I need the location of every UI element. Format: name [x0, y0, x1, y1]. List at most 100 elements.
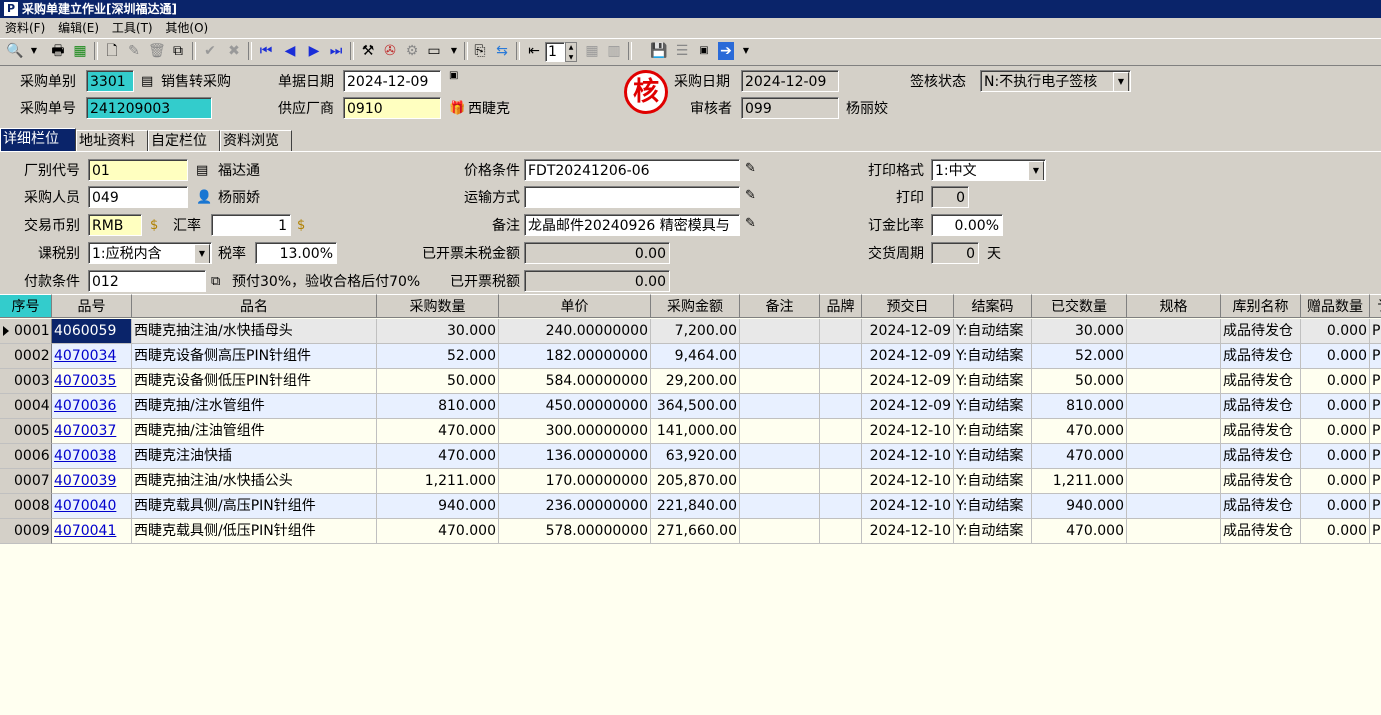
- document-icon[interactable]: ▤: [141, 72, 153, 92]
- window-icon[interactable]: ▭: [426, 42, 442, 60]
- cell-col-gift[interactable]: 0.000: [1301, 369, 1370, 394]
- confirm-icon[interactable]: ✔: [202, 42, 218, 60]
- gift-icon[interactable]: 🎁: [449, 99, 465, 119]
- item-code-link[interactable]: 4070041: [54, 523, 116, 539]
- cell-col-due[interactable]: 2024-12-10: [862, 469, 954, 494]
- new-icon[interactable]: 🗋: [104, 42, 120, 60]
- cell-col-seq[interactable]: 0001: [0, 319, 52, 344]
- table-row[interactable]: 0006 4070038 西睫克注油快插 470.000 136.00000000 63,…: [0, 444, 1381, 469]
- header-col-extra[interactable]: 讠: [1370, 294, 1381, 318]
- header-col-close[interactable]: 结案码: [954, 294, 1032, 318]
- cell-col-extra[interactable]: P: [1370, 319, 1381, 344]
- grid-icon[interactable]: ▦: [584, 42, 600, 60]
- header-col-name[interactable]: 品名: [132, 294, 377, 318]
- dropdown-arrow-icon[interactable]: ▼: [446, 42, 462, 60]
- cell-col-name[interactable]: 西睫克载具侧/低压PIN针组件: [132, 519, 377, 544]
- table-row[interactable]: 0002 4070034 西睫克设备侧高压PIN针组件 52.000 182.00000…: [0, 344, 1381, 369]
- cell-col-gift[interactable]: 0.000: [1301, 419, 1370, 444]
- cell-col-seq[interactable]: 0005: [0, 419, 52, 444]
- save-icon[interactable]: 💾: [650, 42, 667, 60]
- edit-note-icon[interactable]: ✎: [745, 214, 756, 234]
- chevron-down-icon[interactable]: ▼: [194, 244, 210, 263]
- currency-field[interactable]: RMB: [88, 214, 142, 236]
- cell-col-close[interactable]: Y:自动结案: [954, 444, 1032, 469]
- cell-col-delivered[interactable]: 1,211.000: [1032, 469, 1127, 494]
- cell-col-seq[interactable]: 0004: [0, 394, 52, 419]
- cell-col-delivered[interactable]: 30.000: [1032, 319, 1127, 344]
- cell-col-extra[interactable]: P: [1370, 444, 1381, 469]
- print-format-select[interactable]: 1:中文 ▼: [931, 159, 1046, 181]
- cell-col-name[interactable]: 西睫克抽/注水管组件: [132, 394, 377, 419]
- review-icon[interactable]: ✇: [382, 42, 398, 60]
- cell-col-extra[interactable]: P: [1370, 369, 1381, 394]
- cell-col-price[interactable]: 300.00000000: [499, 419, 651, 444]
- cell-col-spec[interactable]: [1127, 494, 1221, 519]
- cell-col-code[interactable]: 4070040: [52, 494, 132, 519]
- cell-col-delivered[interactable]: 50.000: [1032, 369, 1127, 394]
- cell-col-due[interactable]: 2024-12-09: [862, 394, 954, 419]
- item-code-link[interactable]: 4070037: [54, 423, 116, 439]
- cell-col-warehouse[interactable]: 成品待发仓: [1221, 419, 1301, 444]
- header-col-qty[interactable]: 采购数量: [377, 294, 499, 318]
- cell-col-code[interactable]: 4070036: [52, 394, 132, 419]
- cell-col-extra[interactable]: P: [1370, 519, 1381, 544]
- cell-col-gift[interactable]: 0.000: [1301, 519, 1370, 544]
- cell-col-seq[interactable]: 0002: [0, 344, 52, 369]
- cell-col-price[interactable]: 584.00000000: [499, 369, 651, 394]
- item-code-link[interactable]: 4060059: [54, 323, 116, 339]
- header-col-brand[interactable]: 品牌: [820, 294, 862, 318]
- factory-code-field[interactable]: 01: [88, 159, 188, 181]
- cell-col-due[interactable]: 2024-12-09: [862, 319, 954, 344]
- cell-col-warehouse[interactable]: 成品待发仓: [1221, 519, 1301, 544]
- cell-col-brand[interactable]: [820, 494, 862, 519]
- cell-col-code[interactable]: 4070037: [52, 419, 132, 444]
- item-code-link[interactable]: 4070034: [54, 348, 116, 364]
- cell-col-due[interactable]: 2024-12-10: [862, 519, 954, 544]
- cell-col-spec[interactable]: [1127, 369, 1221, 394]
- cell-col-code[interactable]: 4070035: [52, 369, 132, 394]
- table-row[interactable]: 0003 4070035 西睫克设备侧低压PIN针组件 50.000 584.00000…: [0, 369, 1381, 394]
- remark-field[interactable]: 龙晶邮件20240926 精密模具与: [524, 214, 740, 236]
- cell-col-warehouse[interactable]: 成品待发仓: [1221, 469, 1301, 494]
- cell-col-code[interactable]: 4070038: [52, 444, 132, 469]
- header-col-code[interactable]: 品号: [52, 294, 132, 318]
- export-excel-icon[interactable]: ▦: [72, 42, 88, 60]
- cell-col-amount[interactable]: 364,500.00: [651, 394, 740, 419]
- cell-col-warehouse[interactable]: 成品待发仓: [1221, 344, 1301, 369]
- last-record-icon[interactable]: ⏭: [328, 42, 344, 60]
- item-code-link[interactable]: 4070035: [54, 373, 116, 389]
- cell-col-amount[interactable]: 141,000.00: [651, 419, 740, 444]
- table-row[interactable]: 0008 4070040 西睫克载具侧/高压PIN针组件 940.000 236.000…: [0, 494, 1381, 519]
- cell-col-qty[interactable]: 470.000: [377, 444, 499, 469]
- item-code-link[interactable]: 4070038: [54, 448, 116, 464]
- doc-date-field[interactable]: 2024-12-09: [343, 70, 441, 92]
- cell-col-remark[interactable]: [740, 469, 820, 494]
- cell-col-price[interactable]: 136.00000000: [499, 444, 651, 469]
- cell-col-remark[interactable]: [740, 419, 820, 444]
- goto-record-icon[interactable]: ⇤: [526, 42, 542, 60]
- cell-col-close[interactable]: Y:自动结案: [954, 469, 1032, 494]
- buyer-field[interactable]: 049: [88, 186, 188, 208]
- tab-custom[interactable]: 自定栏位: [148, 130, 220, 152]
- cell-col-close[interactable]: Y:自动结案: [954, 369, 1032, 394]
- cell-col-warehouse[interactable]: 成品待发仓: [1221, 444, 1301, 469]
- menu-other[interactable]: 其他(O): [165, 21, 208, 35]
- cell-col-remark[interactable]: [740, 369, 820, 394]
- building-icon[interactable]: ▤: [196, 161, 208, 181]
- table-row[interactable]: 0009 4070041 西睫克载具侧/低压PIN针组件 470.000 578.000…: [0, 519, 1381, 544]
- cell-col-extra[interactable]: P: [1370, 419, 1381, 444]
- menu-tools[interactable]: 工具(T): [112, 21, 153, 35]
- tab-address[interactable]: 地址资料: [76, 130, 148, 152]
- page-spinner-icon[interactable]: ▲ ▼: [565, 42, 577, 62]
- cell-col-qty[interactable]: 30.000: [377, 319, 499, 344]
- cell-col-remark[interactable]: [740, 444, 820, 469]
- cell-col-gift[interactable]: 0.000: [1301, 444, 1370, 469]
- next-record-icon[interactable]: ▶: [306, 42, 322, 60]
- cell-col-code[interactable]: 4070034: [52, 344, 132, 369]
- print-icon[interactable]: 🖶: [50, 42, 66, 60]
- cell-col-name[interactable]: 西睫克抽注油/水快插公头: [132, 469, 377, 494]
- cell-col-seq[interactable]: 0003: [0, 369, 52, 394]
- cell-col-amount[interactable]: 271,660.00: [651, 519, 740, 544]
- payment-field[interactable]: 012: [88, 270, 206, 292]
- cell-col-warehouse[interactable]: 成品待发仓: [1221, 369, 1301, 394]
